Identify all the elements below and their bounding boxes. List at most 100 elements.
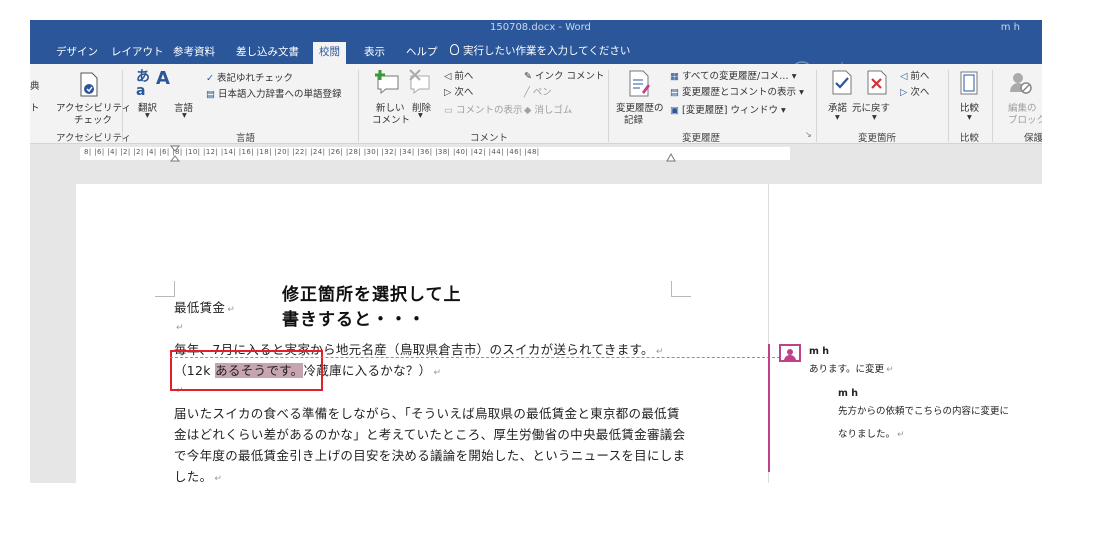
avatar	[779, 344, 801, 362]
chevron-down-icon: ▾	[780, 105, 786, 116]
pen-button[interactable]: ╱ ペン	[524, 84, 552, 98]
lightbulb-icon	[450, 44, 459, 55]
track-changes-button-line2[interactable]: 記録	[624, 112, 643, 126]
doc-para-2-line-4[interactable]: した。 ↵	[174, 466, 222, 485]
tell-me-box[interactable]: 実行したい作業を入力してください	[450, 43, 630, 58]
spelling-consistency-button[interactable]: ✓ 表記ゆれチェック	[206, 70, 293, 84]
tab-view[interactable]: 表示	[364, 44, 385, 59]
crop-mark	[155, 296, 175, 297]
block-authors-button-line2[interactable]: ブロック	[1008, 112, 1042, 126]
tab-references[interactable]: 参考資料	[173, 44, 215, 59]
reviewing-pane-button[interactable]: ▣ [変更履歴] ウィンドウ ▾	[670, 102, 786, 116]
group-protect: 保護	[1024, 133, 1042, 144]
paragraph-mark: ↵	[897, 430, 905, 440]
reviewing-pane-icon: ▣	[670, 105, 679, 116]
ribbon-tabs: デザイン レイアウト 参考資料 差し込み文書 校閲 表示 ヘルプ 実行したい作業…	[30, 40, 1042, 83]
group-divider	[816, 70, 817, 142]
display-review-icon: ▦	[670, 71, 679, 82]
doc-para-2-line-1[interactable]: 届いたスイカの食べる準備をしながら、「そういえば鳥取県の最低賃金と東京都の最低賃	[174, 403, 680, 422]
group-language: 言語	[236, 133, 256, 144]
group-tracking: 変更履歴	[682, 133, 721, 144]
accept-dropdown-arrow[interactable]: ▾	[835, 112, 840, 123]
spell-check-icon: ✓	[206, 73, 214, 84]
next-change-button[interactable]: ▷ 次へ	[900, 84, 929, 98]
display-for-review-dropdown[interactable]: ▦ すべての変更履歴/コメ… ▾	[670, 68, 796, 82]
group-accessibility: アクセシビリティ	[56, 133, 131, 144]
paragraph-mark: ↵	[176, 323, 184, 333]
tab-design[interactable]: デザイン	[56, 44, 98, 59]
horizontal-ruler[interactable]: 8| |6| |4| |2| |2| |4| |6| |8| |10| |12|…	[30, 144, 1042, 164]
translate-dropdown-arrow[interactable]: ▾	[145, 110, 150, 121]
previous-change-button[interactable]: ◁ 前へ	[900, 68, 929, 82]
previous-change-icon: ◁	[900, 71, 908, 82]
doc-para-2-line-4-text: した。	[174, 469, 213, 484]
block-authors-icon	[1010, 73, 1032, 94]
comment-text-content: あります。に変更	[809, 364, 885, 375]
comment-thread-bar	[768, 344, 770, 472]
group-divider	[992, 70, 993, 142]
ruler-marks: 8| |6| |4| |2| |2| |4| |6| |8| |10| |12|…	[84, 148, 540, 156]
reject-dropdown-arrow[interactable]: ▾	[872, 112, 877, 123]
group-compare: 比較	[960, 133, 980, 144]
doc-para-2-line-3[interactable]: で今年度の最低賃金引き上げの目安を決める議論を開始した、というニュースを目にしま	[174, 445, 685, 464]
translate-icon: あa	[136, 69, 150, 99]
review-ribbon: 典 ト アクセシビリティ チェック アクセシビリティ あa A 翻訳 言語 ▾ …	[30, 64, 1042, 144]
group-divider	[358, 70, 359, 142]
reply-text-line-1[interactable]: 先方からの依頼でこちらの内容に変更に	[838, 403, 1009, 417]
group-divider	[948, 70, 949, 142]
previous-comment-button[interactable]: ◁ 前へ	[444, 68, 473, 82]
next-change-label: 次へ	[910, 87, 930, 98]
display-for-review-label: すべての変更履歴/コメ…	[682, 71, 789, 82]
empty-paragraph[interactable]: ↵	[174, 318, 184, 333]
accessibility-check-button-line2[interactable]: チェック	[74, 112, 112, 126]
crop-mark	[174, 281, 175, 297]
compare-icon	[960, 71, 978, 95]
eraser-button[interactable]: ◆ 消しゴム	[524, 102, 572, 116]
tab-help[interactable]: ヘルプ	[406, 44, 438, 59]
ink-comment-icon: ✎	[524, 71, 532, 82]
show-comments-button[interactable]: ▭ コメントの表示	[444, 102, 523, 116]
indent-marker-icon[interactable]	[170, 145, 180, 163]
comment-connector-line	[170, 357, 780, 358]
next-comment-button[interactable]: ▷ 次へ	[444, 84, 473, 98]
dialog-launcher-icon[interactable]: ↘	[805, 130, 812, 139]
paragraph-mark: ↵	[227, 305, 236, 315]
reject-button[interactable]: 元に戻す	[852, 100, 890, 114]
show-markup-button[interactable]: ▤ 変更履歴とコメントの表示 ▾	[670, 84, 804, 98]
track-changes-icon	[629, 70, 650, 97]
previous-comment-icon: ◁	[444, 71, 452, 82]
group-divider	[122, 70, 123, 142]
paragraph-mark: ↵	[655, 347, 664, 357]
tab-mailings[interactable]: 差し込み文書	[236, 44, 299, 59]
reply-text-line-2[interactable]: なりました。 ↵	[838, 426, 905, 440]
accessibility-check-icon	[80, 72, 98, 97]
tab-review[interactable]: 校閲	[313, 42, 346, 64]
user-name[interactable]: m h	[1001, 22, 1020, 33]
comment-text[interactable]: あります。に変更 ↵	[809, 361, 894, 375]
add-dictionary-word-button[interactable]: ▤ 日本語入力辞書への単語登録	[206, 86, 342, 100]
crop-mark	[671, 296, 691, 297]
accept-change-icon	[832, 70, 852, 95]
eraser-label: 消しゴム	[534, 105, 573, 116]
ink-comment-button[interactable]: ✎ インク コメント	[524, 68, 605, 82]
language-icon: A	[156, 68, 170, 89]
right-indent-marker-icon[interactable]	[666, 153, 676, 162]
language-dropdown-arrow[interactable]: ▾	[182, 110, 187, 121]
window-title: 150708.docx - Word	[490, 22, 591, 33]
delete-dropdown-arrow[interactable]: ▾	[418, 110, 423, 121]
compare-dropdown-arrow[interactable]: ▾	[967, 112, 972, 123]
reply-text-line-2-content: なりました。	[838, 429, 896, 440]
title-bar: 150708.docx - Word m h	[30, 20, 1042, 40]
ink-comment-label: インク コメント	[535, 71, 605, 82]
ribbon-cut-label-1: 典	[30, 81, 40, 92]
doc-heading[interactable]: 最低賃金 ↵	[174, 297, 235, 316]
new-comment-button-line2[interactable]: コメント	[372, 112, 410, 126]
reject-change-icon	[867, 70, 887, 95]
chevron-down-icon: ▾	[791, 71, 797, 82]
tab-layout[interactable]: レイアウト	[111, 44, 164, 59]
annotation-line-1: 修正箇所を選択して上	[282, 285, 462, 305]
new-comment-icon	[375, 70, 399, 95]
next-change-icon: ▷	[900, 87, 908, 98]
doc-para-2-line-2[interactable]: 金はどれくらい差があるのかな」と考えていたところ、厚生労働省の中央最低賃金審議会	[174, 424, 685, 443]
annotation-line-2: 書きすると・・・	[282, 310, 426, 330]
